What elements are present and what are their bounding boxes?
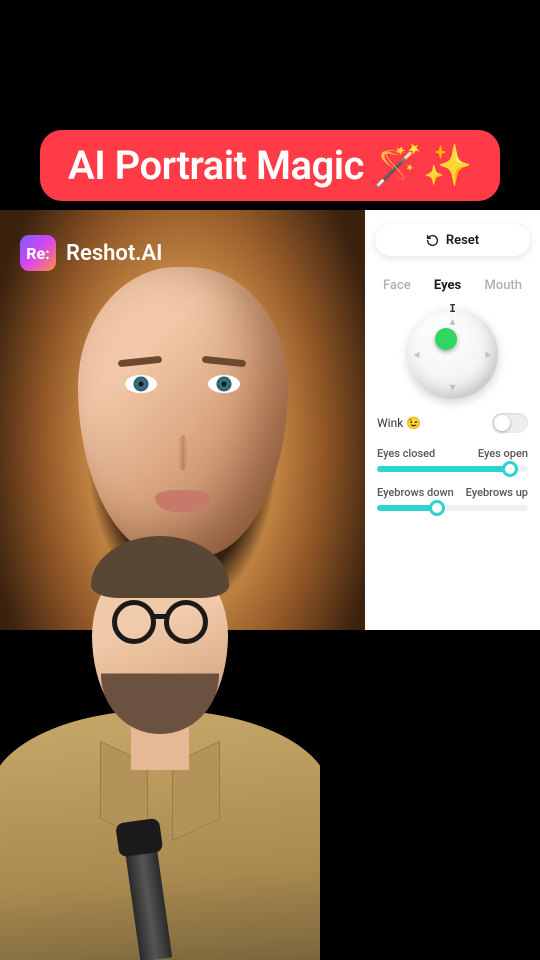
portrait-eye	[208, 375, 240, 393]
portrait-nose	[178, 435, 188, 471]
eyebrows-up-label: Eyebrows up	[466, 486, 528, 499]
slider-thumb[interactable]	[502, 461, 518, 477]
brand-logo: Re: Reshot.AI	[20, 235, 163, 271]
title-banner: AI Portrait Magic 🪄✨	[40, 130, 500, 201]
toggle-thumb	[494, 415, 510, 431]
wink-row: Wink 😉	[375, 409, 530, 437]
eyebrows-slider[interactable]	[377, 505, 528, 511]
tabs: Face Eyes Mouth	[375, 266, 530, 295]
chevron-right-icon: ▸	[485, 348, 491, 360]
tab-eyes[interactable]: Eyes	[430, 276, 465, 295]
wink-toggle[interactable]	[492, 413, 528, 433]
dial-knob[interactable]	[435, 328, 457, 350]
slider-fill	[377, 466, 510, 472]
chevron-up-icon: ▴	[449, 315, 455, 327]
eyes-closed-label: Eyes closed	[377, 447, 435, 460]
wink-label: Wink 😉	[377, 416, 421, 430]
eyebrows-slider-block: Eyebrows down Eyebrows up	[375, 486, 530, 515]
video-frame: AI Portrait Magic 🪄✨ Re: Reshot.AI Reset…	[0, 0, 540, 960]
logo-badge: Re:	[20, 235, 56, 271]
eyebrows-down-label: Eyebrows down	[377, 486, 454, 499]
chevron-down-icon: ▾	[449, 381, 455, 393]
glasses-icon	[112, 600, 208, 644]
portrait-lips	[155, 490, 211, 512]
tab-mouth[interactable]: Mouth	[480, 276, 526, 295]
eyes-open-label: Eyes open	[478, 447, 528, 460]
slider-fill	[377, 505, 437, 511]
reset-label: Reset	[446, 233, 479, 248]
eyes-slider-block: Eyes closed Eyes open	[375, 447, 530, 476]
brand-name: Reshot.AI	[66, 241, 163, 266]
lens	[112, 600, 156, 644]
gaze-dial-wrap: I ▴ ▾ ◂ ▸	[375, 305, 530, 399]
portrait-face	[78, 267, 288, 557]
eyes-slider[interactable]	[377, 466, 528, 472]
slider-thumb[interactable]	[429, 500, 445, 516]
chevron-left-icon: ◂	[414, 348, 420, 360]
gaze-dial[interactable]: I ▴ ▾ ◂ ▸	[408, 309, 498, 399]
tab-face[interactable]: Face	[379, 276, 415, 295]
portrait-eye	[125, 375, 157, 393]
lens	[164, 600, 208, 644]
controls-panel: Reset Face Eyes Mouth I ▴ ▾ ◂ ▸ Wink 😉	[365, 210, 540, 630]
presenter-overlay	[0, 520, 320, 960]
reset-button[interactable]: Reset	[375, 224, 530, 256]
bridge	[154, 614, 166, 619]
reset-icon	[426, 234, 439, 247]
presenter-hair	[91, 536, 229, 598]
